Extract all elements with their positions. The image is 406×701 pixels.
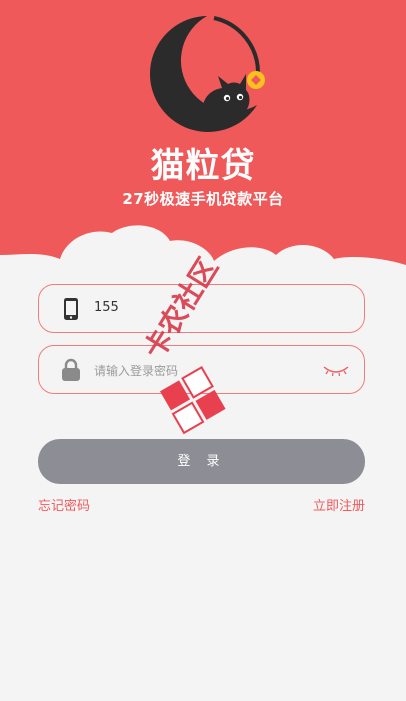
header-banner: 猫粒贷 27秒极速手机贷款平台 (0, 0, 406, 268)
lock-icon (62, 358, 80, 381)
forgot-password-link[interactable]: 忘记密码 (38, 495, 90, 514)
phone-input[interactable]: 155 (94, 300, 119, 315)
eye-closed-icon[interactable] (322, 363, 350, 377)
register-link[interactable]: 立即注册 (313, 495, 365, 514)
password-field[interactable]: 请输入登录密码 (38, 345, 365, 394)
app-tagline: 27秒极速手机贷款平台 (122, 190, 284, 208)
app-title: 猫粒贷 (150, 146, 256, 186)
cat-logo-icon (149, 16, 265, 132)
phone-icon (64, 298, 78, 320)
login-button[interactable]: 登 录 (38, 439, 365, 484)
